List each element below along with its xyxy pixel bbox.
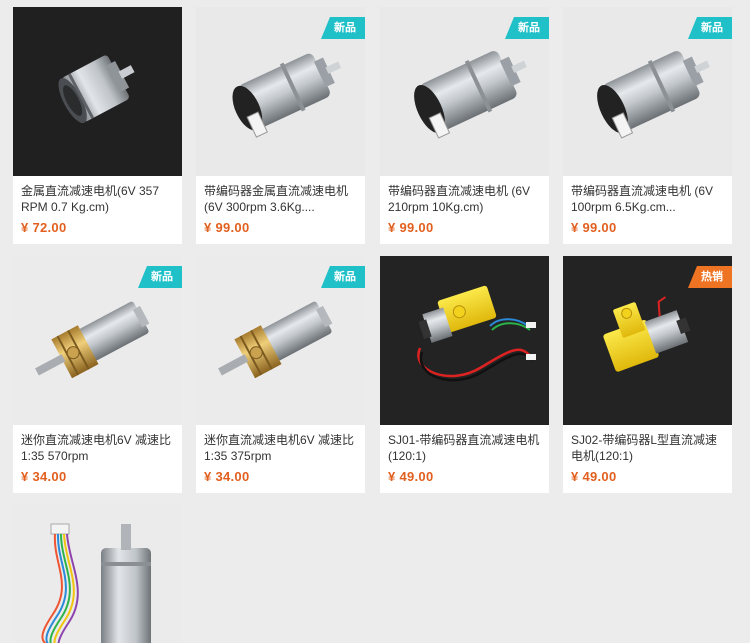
product-card-1[interactable]: 金属直流减速电机(6V 357 RPM 0.7 Kg.cm) ¥ 72.00 [13, 7, 182, 244]
product-image-yellow-tt-motor[interactable] [380, 256, 549, 425]
product-title[interactable]: 带编码器直流减速电机 (6V 100rpm 6.5Kg.cm... [571, 183, 727, 215]
product-card-4[interactable]: 新品 带编码器直流减速电机 (6V 100rpm 6.5Kg.cm... ¥ 9… [563, 7, 732, 244]
product-price: ¥ 34.00 [204, 469, 250, 484]
product-title[interactable]: 迷你直流减速电机6V 减速比1:35 375rpm [204, 432, 360, 464]
product-image-mini-brass-gear-motor[interactable]: 新品 [196, 256, 365, 425]
product-price: ¥ 49.00 [571, 469, 617, 484]
product-card-9[interactable] [13, 504, 182, 643]
product-image-motor-with-cable[interactable] [13, 504, 182, 643]
product-price: ¥ 99.00 [388, 220, 434, 235]
product-price: ¥ 99.00 [204, 220, 250, 235]
product-title[interactable]: 金属直流减速电机(6V 357 RPM 0.7 Kg.cm) [21, 183, 177, 215]
product-image-encoder-gear-motor[interactable]: 新品 [196, 7, 365, 176]
product-price: ¥ 34.00 [21, 469, 67, 484]
product-title[interactable]: 带编码器直流减速电机 (6V 210rpm 10Kg.cm) [388, 183, 544, 215]
product-image-mini-brass-gear-motor[interactable]: 新品 [13, 256, 182, 425]
product-image-encoder-gear-motor[interactable]: 新品 [380, 7, 549, 176]
product-title[interactable]: SJ01-带编码器直流减速电机(120:1) [388, 432, 544, 464]
motor-photo [13, 7, 182, 176]
product-card-2[interactable]: 新品 带编码器金属直流减速电机 (6V 300rpm 3.6Kg.... ¥ 9… [196, 7, 365, 244]
motor-photo [13, 504, 182, 643]
motor-photo [380, 256, 549, 425]
product-price: ¥ 72.00 [21, 220, 67, 235]
product-card-3[interactable]: 新品 带编码器直流减速电机 (6V 210rpm 10Kg.cm) ¥ 99.0… [380, 7, 549, 244]
product-card-6[interactable]: 新品 迷你直流减速电机6V 减速比1:35 375rpm ¥ 34.00 [196, 256, 365, 493]
product-card-5[interactable]: 新品 迷你直流减速电机6V 减速比1:35 570rpm ¥ 34.00 [13, 256, 182, 493]
product-title[interactable]: SJ02-带编码器L型直流减速电机(120:1) [571, 432, 727, 464]
product-card-7[interactable]: SJ01-带编码器直流减速电机(120:1) ¥ 49.00 [380, 256, 549, 493]
product-image-encoder-gear-motor[interactable]: 新品 [563, 7, 732, 176]
product-card-8[interactable]: 热销 SJ02-带编码器L型直流减速电机(120:1) ¥ 49.00 [563, 256, 732, 493]
product-title[interactable]: 迷你直流减速电机6V 减速比1:35 570rpm [21, 432, 177, 464]
product-image-yellow-l-motor[interactable]: 热销 [563, 256, 732, 425]
product-price: ¥ 49.00 [388, 469, 434, 484]
product-title[interactable]: 带编码器金属直流减速电机 (6V 300rpm 3.6Kg.... [204, 183, 360, 215]
product-price: ¥ 99.00 [571, 220, 617, 235]
product-image-metal-gear-motor[interactable] [13, 7, 182, 176]
